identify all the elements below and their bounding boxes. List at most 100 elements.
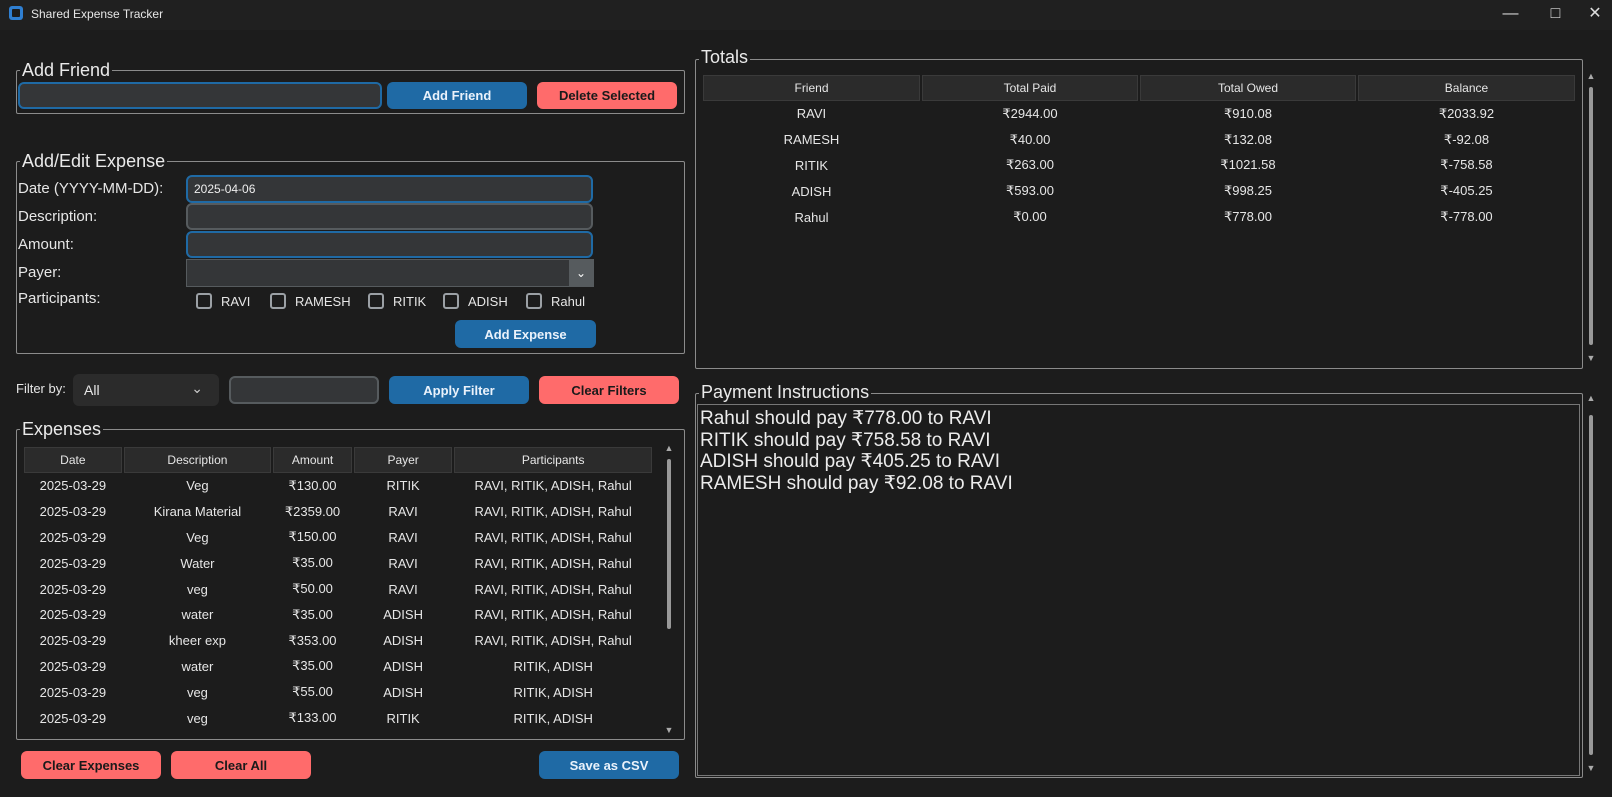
participant-label-ravi: RAVI [221, 294, 251, 309]
scroll-up-icon[interactable]: ▲ [1586, 71, 1596, 81]
column-header-total-owed[interactable]: Total Owed [1139, 75, 1356, 101]
table-cell: Rahul [794, 209, 829, 225]
table-cell: 2025-03-29 [39, 581, 107, 597]
table-cell: 2025-03-29 [39, 529, 107, 545]
table-cell: 2025-03-29 [39, 658, 107, 674]
column-header-participants[interactable]: Participants [454, 447, 652, 473]
table-row[interactable]: 2025-03-29 kheer exp ₹353.00 ADISH RAVI, RIT… [24, 628, 652, 654]
clear-expenses-button[interactable]: Clear Expenses [21, 751, 161, 779]
apply-filter-button[interactable]: Apply Filter [389, 376, 529, 404]
table-cell: ₹35.00 [292, 555, 333, 571]
table-row[interactable]: 2025-03-29 veg ₹133.00 RITIK RITIK, ADISH [24, 705, 652, 731]
table-row[interactable]: Rahul ₹0.00 ₹778.00 ₹-778.00 [703, 204, 1575, 230]
add-friend-button[interactable]: Add Friend [387, 82, 527, 109]
app-icon [9, 6, 23, 20]
table-row[interactable]: RAVI ₹2944.00 ₹910.08 ₹2033.92 [703, 101, 1575, 127]
table-cell: ₹40.00 [1009, 131, 1051, 147]
delete-selected-button[interactable]: Delete Selected [537, 82, 677, 109]
close-icon[interactable]: ✕ [1578, 0, 1612, 30]
chevron-down-icon: ⌄ [191, 380, 203, 396]
table-row[interactable]: 2025-03-29 veg ₹55.00 ADISH RITIK, ADISH [24, 679, 652, 705]
payment-instruction-line: ADISH should pay ₹405.25 to RAVI [700, 451, 1001, 472]
table-cell: ₹50.00 [292, 581, 333, 597]
table-cell: ADISH [791, 183, 832, 199]
save-csv-button[interactable]: Save as CSV [539, 751, 679, 779]
add-expense-button[interactable]: Add Expense [455, 320, 596, 348]
table-cell: veg [186, 684, 208, 700]
table-cell: RAVI, RITIK, ADISH, Rahul [474, 529, 632, 545]
clear-all-button[interactable]: Clear All [171, 751, 311, 779]
table-cell: RAVI, RITIK, ADISH, Rahul [474, 581, 632, 597]
participant-checkbox-ravi[interactable] [196, 293, 212, 309]
window-title: Shared Expense Tracker [31, 7, 164, 21]
table-row[interactable]: 2025-03-29 Kirana Material ₹2359.00 RAVI RAV… [24, 499, 652, 525]
table-row[interactable]: ADISH ₹593.00 ₹998.25 ₹-405.25 [703, 178, 1575, 204]
column-header-amount[interactable]: Amount [273, 447, 352, 473]
description-input[interactable] [186, 203, 593, 230]
payment-instructions-text[interactable]: Rahul should pay ₹778.00 to RAVI RITIK s… [697, 404, 1580, 776]
participant-checkbox-ritik[interactable] [368, 293, 384, 309]
scroll-thumb[interactable] [667, 459, 671, 629]
amount-input[interactable] [186, 231, 593, 258]
table-cell: ₹150.00 [288, 529, 337, 545]
date-input[interactable] [186, 175, 593, 203]
table-row[interactable]: 2025-03-29 water ₹35.00 ADISH RAVI, RITIK, A… [24, 602, 652, 628]
table-row[interactable]: 2025-03-29 Veg ₹130.00 RITIK RAVI, RITIK, AD… [24, 473, 652, 499]
filter-label: Filter by: [16, 381, 66, 396]
scroll-thumb[interactable] [1589, 87, 1593, 345]
table-row[interactable]: RITIK ₹263.00 ₹1021.58 ₹-758.58 [703, 153, 1575, 179]
table-row[interactable]: 2025-03-29 Veg ₹150.00 RAVI RAVI, RITIK, ADI… [24, 525, 652, 551]
column-header-date[interactable]: Date [24, 447, 122, 473]
date-label: Date (YYYY-MM-DD): [18, 180, 164, 197]
table-cell: RAVI [388, 504, 418, 520]
instructions-scrollbar[interactable]: ▲ ▼ [1586, 393, 1596, 773]
scroll-down-icon[interactable]: ▼ [1586, 763, 1596, 773]
scroll-thumb[interactable] [1589, 415, 1593, 755]
table-row[interactable]: 2025-03-29 veg ₹50.00 RAVI RAVI, RITIK, ADIS… [24, 576, 652, 602]
participant-checkbox-adish[interactable] [443, 293, 459, 309]
table-cell: RITIK [386, 478, 420, 494]
table-cell: Kirana Material [153, 504, 242, 520]
table-cell: veg [186, 581, 208, 597]
table-cell: ₹-758.58 [1440, 157, 1493, 173]
filter-value-input[interactable] [229, 376, 379, 404]
table-row[interactable]: 2025-03-29 water ₹35.00 ADISH RITIK, ADISH [24, 654, 652, 680]
table-cell: RAVI [388, 529, 418, 545]
clear-filters-button[interactable]: Clear Filters [539, 376, 679, 404]
scroll-down-icon[interactable]: ▼ [664, 725, 674, 735]
filter-selected-value: All [84, 382, 100, 398]
table-row[interactable]: 2025-03-29 Water ₹35.00 RAVI RAVI, RITIK, AD… [24, 550, 652, 576]
table-cell: ₹-778.00 [1440, 209, 1493, 225]
expenses-scrollbar[interactable]: ▲ ▼ [664, 443, 674, 735]
participant-checkbox-rahul[interactable] [526, 293, 542, 309]
table-cell: 2025-03-29 [39, 504, 107, 520]
column-header-friend[interactable]: Friend [703, 75, 920, 101]
scroll-up-icon[interactable]: ▲ [664, 443, 674, 453]
table-row[interactable]: RAMESH ₹40.00 ₹132.08 ₹-92.08 [703, 127, 1575, 153]
table-cell: ADISH [383, 607, 423, 623]
table-cell: RAVI [388, 555, 418, 571]
table-cell: Water [180, 555, 215, 571]
payment-instruction-line: Rahul should pay ₹778.00 to RAVI [700, 408, 992, 429]
scroll-up-icon[interactable]: ▲ [1586, 393, 1596, 403]
filter-select[interactable]: All ⌄ [73, 374, 219, 406]
table-cell: RITIK, ADISH [513, 658, 593, 674]
column-header-description[interactable]: Description [123, 447, 272, 473]
maximize-icon[interactable]: □ [1533, 0, 1578, 30]
scroll-down-icon[interactable]: ▼ [1586, 353, 1596, 363]
payer-select[interactable]: ⌄ [186, 259, 594, 287]
chevron-down-icon[interactable]: ⌄ [569, 260, 593, 286]
column-header-payer[interactable]: Payer [353, 447, 453, 473]
column-header-balance[interactable]: Balance [1357, 75, 1575, 101]
table-cell: RITIK [386, 710, 420, 726]
participant-label-ritik: RITIK [393, 294, 427, 309]
table-cell: ₹2359.00 [284, 503, 341, 519]
table-cell: ₹263.00 [1005, 157, 1054, 173]
friend-name-input[interactable] [18, 82, 382, 109]
participant-checkbox-ramesh[interactable] [270, 293, 286, 309]
totals-scrollbar[interactable]: ▲ ▼ [1586, 71, 1596, 363]
column-header-total-paid[interactable]: Total Paid [921, 75, 1138, 101]
minimize-icon[interactable]: — [1488, 0, 1533, 30]
table-cell: RAVI, RITIK, ADISH, Rahul [474, 607, 632, 623]
totals-table: Friend Total Paid Total Owed Balance RAV… [701, 75, 1577, 230]
